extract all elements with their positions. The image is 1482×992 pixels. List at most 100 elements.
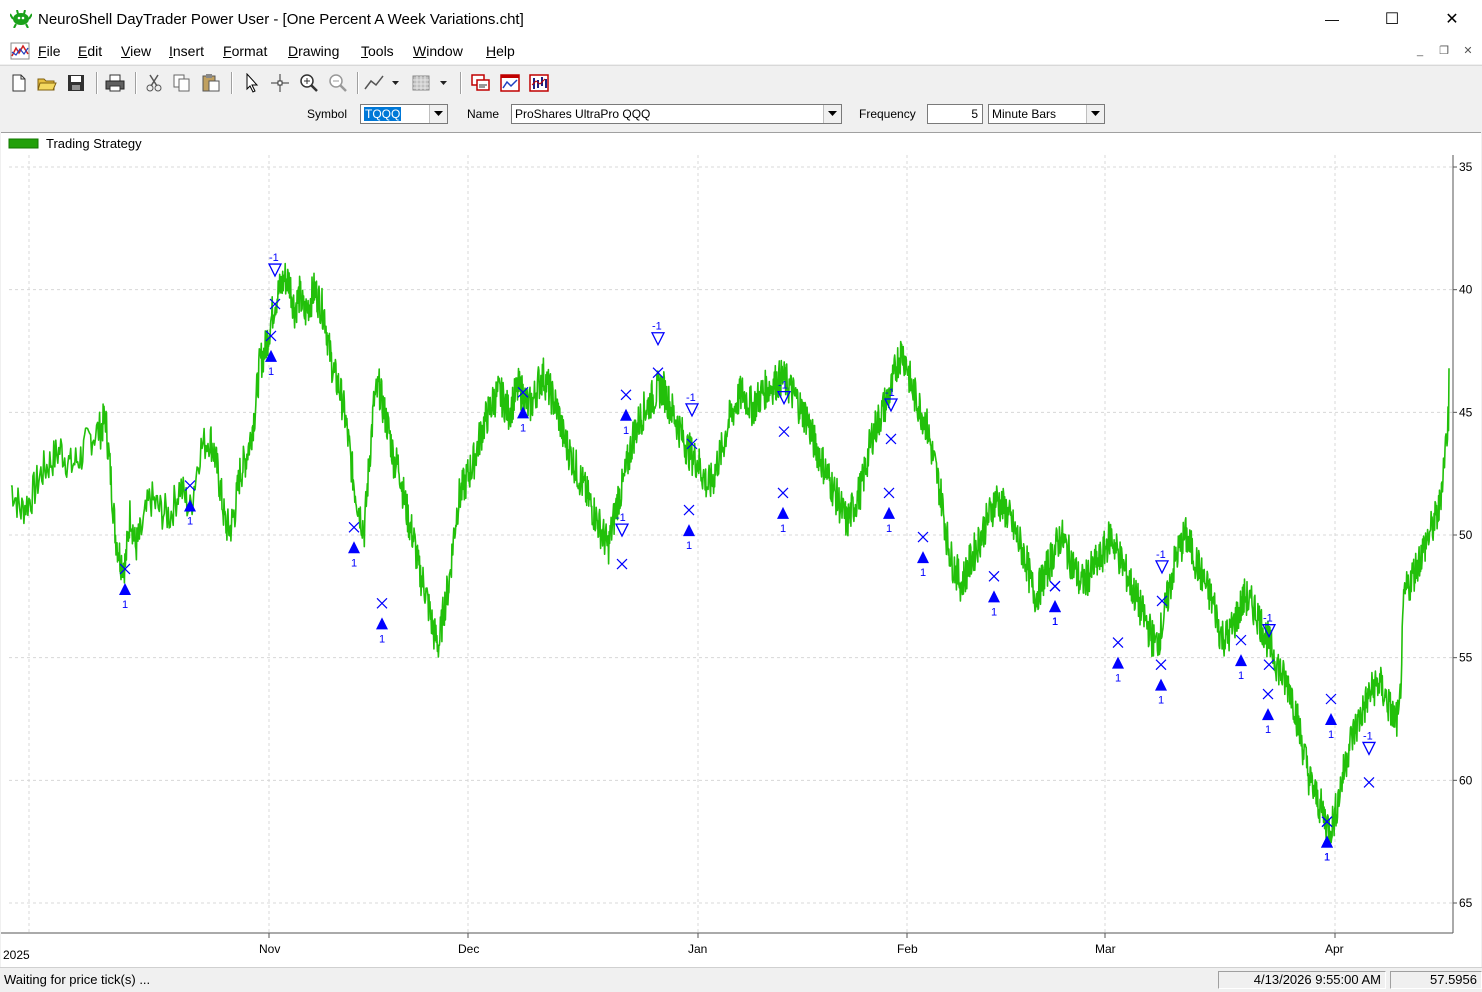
menu-edit[interactable]: Edit xyxy=(78,43,102,59)
price-series-line[interactable] xyxy=(10,262,1450,844)
sell-signal-marker[interactable]: -1 xyxy=(614,512,630,570)
sell-triangle-icon xyxy=(1361,741,1377,756)
menu-window[interactable]: Window xyxy=(413,43,463,59)
buy-signal-marker[interactable]: 1 xyxy=(376,597,388,645)
name-label: Name xyxy=(467,107,500,121)
status-message: Waiting for price tick(s) ... xyxy=(4,972,151,987)
neuroshell-app-icon xyxy=(10,10,32,28)
fill-pattern-icon[interactable] xyxy=(410,73,432,93)
x-tick-label: Mar xyxy=(1095,942,1116,956)
buy-signal-marker[interactable]: 1 xyxy=(917,531,929,579)
signal-label: 1 xyxy=(1238,670,1244,682)
y-tick-label: 40 xyxy=(1459,283,1473,297)
menu-help[interactable]: Help xyxy=(486,43,515,59)
crosshair-icon[interactable] xyxy=(269,73,291,93)
chart-window-icon[interactable] xyxy=(499,73,521,93)
buy-triangle-icon xyxy=(883,506,895,519)
buy-signal-marker[interactable]: 1 xyxy=(348,521,360,569)
signal-label: -1 xyxy=(269,252,279,264)
print-icon[interactable] xyxy=(104,73,126,93)
menu-tools[interactable]: Tools xyxy=(361,43,394,59)
buy-triangle-icon xyxy=(777,506,789,519)
minimize-icon: — xyxy=(1325,11,1339,27)
symbol-value: TQQQ xyxy=(364,107,402,121)
indicator-window-icon[interactable] xyxy=(470,73,492,93)
buy-signal-marker[interactable]: 1 xyxy=(988,570,1000,618)
mdi-restore-button[interactable]: ❐ xyxy=(1436,44,1452,58)
exit-cross-icon xyxy=(885,433,897,445)
buy-signal-marker[interactable]: 1 xyxy=(620,389,632,437)
line-tool-icon[interactable] xyxy=(363,73,385,93)
menu-insert[interactable]: Insert xyxy=(169,43,204,59)
sell-signal-marker[interactable]: -1 xyxy=(1361,730,1377,788)
exit-cross-icon xyxy=(1262,688,1274,700)
chevron-down-icon[interactable] xyxy=(1086,105,1104,123)
signal-label: 1 xyxy=(1328,729,1334,741)
signal-label: 1 xyxy=(268,366,274,378)
buy-signal-marker[interactable]: 1 xyxy=(883,487,895,535)
save-icon[interactable] xyxy=(65,73,87,93)
menu-file[interactable]: File xyxy=(38,43,61,59)
price-chart[interactable]: Trading Strategy 1 1 -1 1 1 1 1 -1 1 -1 1 -1 1 -1 1 -1 1… xyxy=(1,133,1481,967)
buy-signal-marker[interactable]: 1 xyxy=(1049,580,1061,628)
exit-cross-icon xyxy=(1155,659,1167,671)
chart-pane[interactable]: Trading Strategy 1 1 -1 1 1 1 1 -1 1 -1 1 -1 1 -1 1 -1 1… xyxy=(1,132,1481,967)
fill-pattern-dropdown-icon[interactable] xyxy=(436,73,458,93)
sell-triangle-icon xyxy=(614,523,630,538)
maximize-button[interactable]: ☐ xyxy=(1362,0,1422,38)
signal-label: -1 xyxy=(686,392,696,404)
title-bar: NeuroShell DayTrader Power User - [One P… xyxy=(0,0,1482,38)
menu-view[interactable]: View xyxy=(121,43,151,59)
buy-triangle-icon xyxy=(119,582,131,595)
mdi-close-button[interactable]: ✕ xyxy=(1460,44,1476,58)
buy-signal-marker[interactable]: 1 xyxy=(1262,688,1274,736)
signal-label: 1 xyxy=(1052,616,1058,628)
exit-cross-icon xyxy=(1325,693,1337,705)
exit-cross-icon xyxy=(883,487,895,499)
menu-drawing[interactable]: Drawing xyxy=(288,43,339,59)
window-title: NeuroShell DayTrader Power User - [One P… xyxy=(38,11,524,28)
x-tick-label: Feb xyxy=(897,942,918,956)
exit-cross-icon xyxy=(1363,777,1375,788)
pointer-icon[interactable] xyxy=(240,73,262,93)
sell-signal-marker[interactable]: -1 xyxy=(650,321,666,379)
cut-icon[interactable] xyxy=(143,73,165,93)
name-combobox[interactable]: ProShares UltraPro QQQ xyxy=(511,104,842,124)
line-tool-dropdown-icon[interactable] xyxy=(388,73,410,93)
zoom-in-icon[interactable] xyxy=(298,73,320,93)
signal-label: 1 xyxy=(623,425,629,437)
chevron-down-icon[interactable] xyxy=(429,105,447,123)
status-datetime: 4/13/2026 9:55:00 AM xyxy=(1218,971,1386,989)
sell-signal-marker[interactable]: -1 xyxy=(1154,549,1170,607)
minimize-button[interactable]: — xyxy=(1302,0,1362,38)
signal-label: 1 xyxy=(1158,695,1164,707)
open-folder-icon[interactable] xyxy=(36,73,58,93)
copy-icon[interactable] xyxy=(171,73,193,93)
buy-signal-marker[interactable]: 1 xyxy=(777,487,789,535)
mdi-minimize-button[interactable]: _ xyxy=(1412,44,1428,58)
toolbar xyxy=(0,65,1482,100)
buy-signal-marker[interactable]: 1 xyxy=(683,504,695,552)
signal-label: 1 xyxy=(351,557,357,569)
buy-triangle-icon xyxy=(988,590,1000,603)
sell-signal-marker[interactable]: -1 xyxy=(883,387,899,445)
new-file-icon[interactable] xyxy=(8,73,30,93)
buy-signal-marker[interactable]: 1 xyxy=(1155,659,1167,707)
frequency-input[interactable]: 5 xyxy=(927,104,983,124)
bar-chart-icon[interactable] xyxy=(528,73,550,93)
signal-label: -1 xyxy=(1156,549,1166,561)
signal-label: 1 xyxy=(686,540,692,552)
menu-format[interactable]: Format xyxy=(223,43,267,59)
zoom-out-icon[interactable] xyxy=(327,73,349,93)
name-value: ProShares UltraPro QQQ xyxy=(515,107,651,121)
signal-label: -1 xyxy=(778,380,788,392)
paste-icon[interactable] xyxy=(200,73,222,93)
symbol-combobox[interactable]: TQQQ xyxy=(360,104,448,124)
exit-cross-icon xyxy=(778,426,790,438)
bar-type-combobox[interactable]: Minute Bars xyxy=(988,104,1105,124)
buy-signal-marker[interactable]: 1 xyxy=(1235,634,1247,682)
status-price: 57.5956 xyxy=(1390,971,1482,989)
buy-signal-marker[interactable]: 1 xyxy=(1112,637,1124,685)
chevron-down-icon[interactable] xyxy=(823,105,841,123)
close-button[interactable]: ✕ xyxy=(1422,0,1482,38)
